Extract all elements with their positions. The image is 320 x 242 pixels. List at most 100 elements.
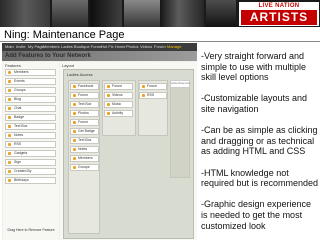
layout-column[interactable]: Forum RSS: [138, 80, 168, 136]
feature-icon: [107, 94, 110, 97]
logo-main-text: ARTISTS: [241, 10, 317, 25]
layout-feature[interactable]: RSS: [139, 92, 167, 99]
feature-icon: [73, 112, 76, 115]
cms-screenshot: Main Invite My Page Members Ladies Bouti…: [2, 43, 197, 240]
feature-icon: [8, 89, 11, 92]
feature-icon: [142, 85, 145, 88]
ad-slot: Advertisement: [170, 80, 190, 88]
feature-tool[interactable]: Badge: [5, 114, 56, 121]
feature-tool[interactable]: Blog: [5, 96, 56, 103]
layout-feature[interactable]: Get Badge: [70, 128, 99, 135]
layout-network-name: Ladies Access: [67, 72, 93, 77]
layout-feature-label: Text Box: [78, 102, 92, 106]
feature-tool[interactable]: Chat: [5, 105, 56, 112]
layout-feature[interactable]: Forum: [70, 119, 99, 126]
feature-icon: [73, 94, 76, 97]
feature-icon: [8, 80, 11, 83]
banner-photo: [124, 0, 160, 27]
feature-icon: [73, 157, 76, 160]
layout-feature[interactable]: Music: [104, 101, 133, 108]
layout-feature[interactable]: Facebook: [70, 83, 99, 90]
layout-feature[interactable]: Members: [70, 155, 99, 162]
cms-nav-item[interactable]: Videos: [140, 44, 152, 50]
feature-tool[interactable]: Members: [5, 69, 56, 76]
feature-icon: [73, 85, 76, 88]
layout-feature[interactable]: Forum: [104, 83, 133, 90]
layout-column[interactable]: Facebook Forum Text Box Photos Forum Get Badg…: [68, 80, 100, 234]
banner-photo: [0, 0, 50, 27]
layout-feature-label: Activity: [112, 111, 124, 115]
feature-icon: [107, 103, 110, 106]
layout-column[interactable]: Forum Videos Music Activity: [102, 80, 136, 136]
layout-feature-label: Text Box: [78, 138, 92, 142]
feature-tool[interactable]: Notes: [5, 132, 56, 139]
feature-label: Chat: [14, 106, 22, 110]
feature-label: Sign: [14, 160, 22, 164]
layout-panel: Layout Ladies Access Facebook Forum Text B…: [60, 62, 197, 240]
cms-nav-bar: Main Invite My Page Members Ladies Bouti…: [2, 43, 197, 51]
cms-nav-item[interactable]: Ladies Boutique Forum: [61, 44, 102, 50]
feature-icon: [107, 112, 110, 115]
feature-label: Groups: [14, 88, 26, 92]
feature-tool[interactable]: RSS: [5, 141, 56, 148]
layout-feature-label: Notes: [78, 147, 88, 151]
cms-nav-item[interactable]: Hot Fix Home: [101, 44, 125, 50]
feature-icon: [8, 170, 11, 173]
remove-drop-zone[interactable]: Drag Here to Remove Feature: [7, 228, 55, 232]
cms-nav-item[interactable]: Invite: [16, 44, 26, 50]
cms-nav-item-active[interactable]: Manage: [167, 44, 181, 50]
layout-feature[interactable]: Text Box: [70, 101, 99, 108]
layout-sidebar-column[interactable]: [170, 80, 190, 178]
feature-tool[interactable]: Groups: [5, 87, 56, 94]
layout-canvas: Ladies Access Facebook Forum Text Box Photo…: [63, 69, 194, 239]
feature-icon: [8, 125, 11, 128]
layout-feature[interactable]: Activity: [104, 110, 133, 117]
feature-icon: [73, 139, 76, 142]
cms-nav-item[interactable]: Main: [5, 44, 14, 50]
feature-label: Gadgets: [14, 151, 28, 155]
feature-tool[interactable]: Text Box: [5, 123, 56, 130]
feature-label: Created By: [14, 169, 32, 173]
feature-tool[interactable]: Events: [5, 78, 56, 85]
layout-feature[interactable]: Photos: [70, 110, 99, 117]
layout-feature-label: Music: [112, 102, 122, 106]
layout-feature-label: Forum: [78, 120, 89, 124]
layout-feature[interactable]: Forum: [70, 92, 99, 99]
cms-nav-item[interactable]: Forum: [154, 44, 166, 50]
bullet-item: -Customizable layouts and site navigatio…: [201, 93, 308, 114]
layout-feature-label: Groups: [78, 165, 90, 169]
feature-icon: [8, 98, 11, 101]
layout-feature-label: Forum: [78, 93, 89, 97]
layout-feature[interactable]: Text Box: [70, 137, 99, 144]
feature-icon: [73, 130, 76, 133]
bullet-item: -HTML knowledge not required but is reco…: [201, 167, 319, 189]
feature-icon: [8, 143, 11, 146]
feature-icon: [107, 85, 110, 88]
layout-feature[interactable]: Forum: [139, 83, 167, 90]
layout-feature-label: Videos: [112, 93, 123, 97]
feature-icon: [8, 134, 11, 137]
live-nation-artists-logo: LIVE NATION ARTISTS: [239, 2, 319, 26]
cms-nav-item[interactable]: My Page: [28, 44, 44, 50]
layout-feature-label: Forum: [147, 84, 158, 88]
layout-feature[interactable]: Videos: [104, 92, 133, 99]
feature-tool[interactable]: Gadgets: [5, 150, 56, 157]
layout-feature-label: Photos: [78, 111, 89, 115]
bullet-item: -Can be as simple as clicking and draggi…: [201, 125, 318, 157]
title-divider: [0, 41, 320, 42]
cms-nav-item[interactable]: Members: [43, 44, 60, 50]
cms-nav-item[interactable]: Photos: [126, 44, 138, 50]
feature-label: Events: [14, 79, 25, 83]
feature-label: Blog: [14, 97, 22, 101]
layout-feature-label: Forum: [112, 84, 123, 88]
feature-label: Members: [14, 70, 29, 74]
bullet-item: -Very straight forward and simple to use…: [201, 51, 307, 83]
layout-feature[interactable]: Notes: [70, 146, 99, 153]
feature-tool[interactable]: Sign: [5, 159, 56, 166]
layout-heading: Layout: [62, 63, 75, 68]
feature-icon: [142, 94, 145, 97]
feature-icon: [8, 116, 11, 119]
feature-tool[interactable]: Created By: [5, 168, 56, 175]
layout-feature[interactable]: Groups: [70, 164, 99, 171]
feature-tool[interactable]: Birthdays: [5, 177, 56, 184]
